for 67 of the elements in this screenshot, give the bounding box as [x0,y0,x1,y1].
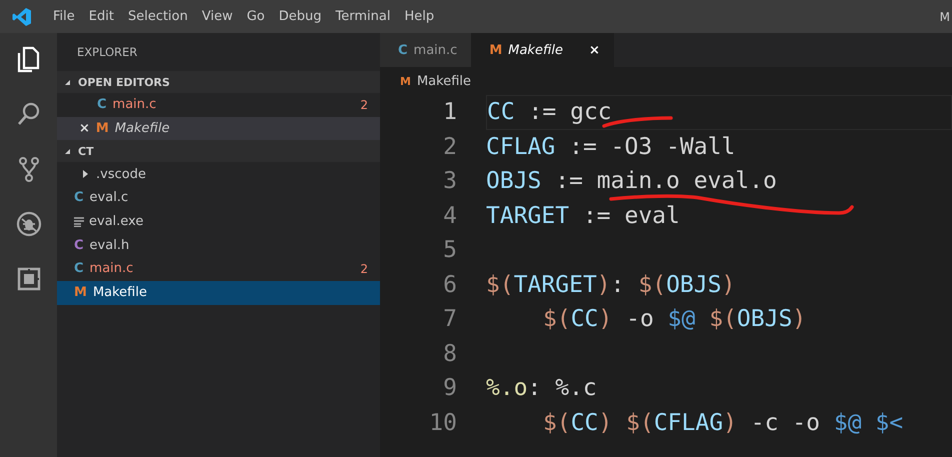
code-line: CFLAG := -O3 -Wall [486,132,736,162]
makefile-icon: M [400,74,411,88]
file-name: Makefile [114,121,170,136]
line-number: 1 [442,99,457,126]
explorer-row[interactable]: .vscode [57,162,380,186]
c-file-icon: C [74,261,84,276]
code-line: $(CC) $(CFLAG) -c -o $@ $< [542,408,904,438]
section-title: OPEN EDITORS [78,76,170,88]
window-title: M [940,10,951,24]
explorer-row[interactable]: C main.c 2 [57,93,380,117]
code-line: %.o: %.c [486,374,597,404]
line-number: 5 [442,237,457,264]
file-name: eval.h [90,238,130,253]
code-line: CC := gcc [487,98,612,128]
section-title: CT [78,144,94,158]
breadcrumb[interactable]: Makefile [416,74,471,88]
file-name: Makefile [92,285,147,300]
editor-tab[interactable]: M Makefile × [471,33,614,67]
menu-item[interactable]: Debug [272,9,329,24]
menu-item[interactable]: Selection [120,9,195,24]
app-logo-icon [12,6,32,26]
line-number: 3 [442,168,457,194]
explorer-row[interactable]: C eval.c [57,186,380,210]
bug-icon[interactable] [14,210,42,238]
problem-count: 2 [360,98,368,112]
explorer-row[interactable]: M Makefile [57,280,380,304]
makefile-icon: M [74,285,87,300]
explorer-row[interactable]: × M Makefile [57,116,380,140]
explorer-row[interactable]: C main.c 2 [57,257,380,281]
makefile-icon: M [489,42,502,58]
menu-item[interactable]: Terminal [328,9,398,24]
c-file-icon: C [74,190,84,206]
section-header[interactable]: OPEN EDITORS [57,71,380,93]
line-number: 2 [442,134,457,160]
code-line: $(TARGET): $(OBJS) [486,270,736,300]
menu-item[interactable]: Go [240,9,272,24]
explorer-row[interactable]: C eval.h [57,233,380,258]
file-name: .vscode [96,166,146,182]
menu-item[interactable]: Help [397,9,442,24]
line-number: 9 [442,375,457,402]
menu-item[interactable]: View [194,9,240,24]
makefile-icon: M [96,121,109,136]
code-line: TARGET := eval [486,202,680,231]
line-number: 4 [442,202,457,229]
code-line: $(CC) -o $@ $(OBJS) [542,305,806,334]
line-number: 6 [442,272,457,298]
file-name: eval.c [90,190,128,206]
file-name: main.c [90,261,134,276]
file-name: eval.exe [89,214,144,230]
c-file-icon: C [398,42,408,58]
explorer-title: EXPLORER [76,44,138,61]
menu-item[interactable]: File [46,9,82,24]
section-header[interactable]: CT [57,140,380,162]
problem-count: 2 [360,262,368,276]
explorer-row[interactable]: eval.exe [57,210,380,234]
c-file-icon: C [74,238,84,253]
line-number: 10 [428,410,457,436]
code-line: OBJS := main.o eval.o [486,167,777,196]
close-button[interactable]: × [79,121,90,136]
c-file-icon: C [97,97,107,112]
menu-item[interactable]: Edit [82,9,121,24]
file-lines-icon [74,216,84,227]
line-number: 7 [442,306,457,332]
editor-tab[interactable]: C main.c [380,33,472,67]
close-button[interactable]: × [588,42,600,58]
line-number: 8 [442,340,457,367]
file-name: main.c [112,97,156,112]
